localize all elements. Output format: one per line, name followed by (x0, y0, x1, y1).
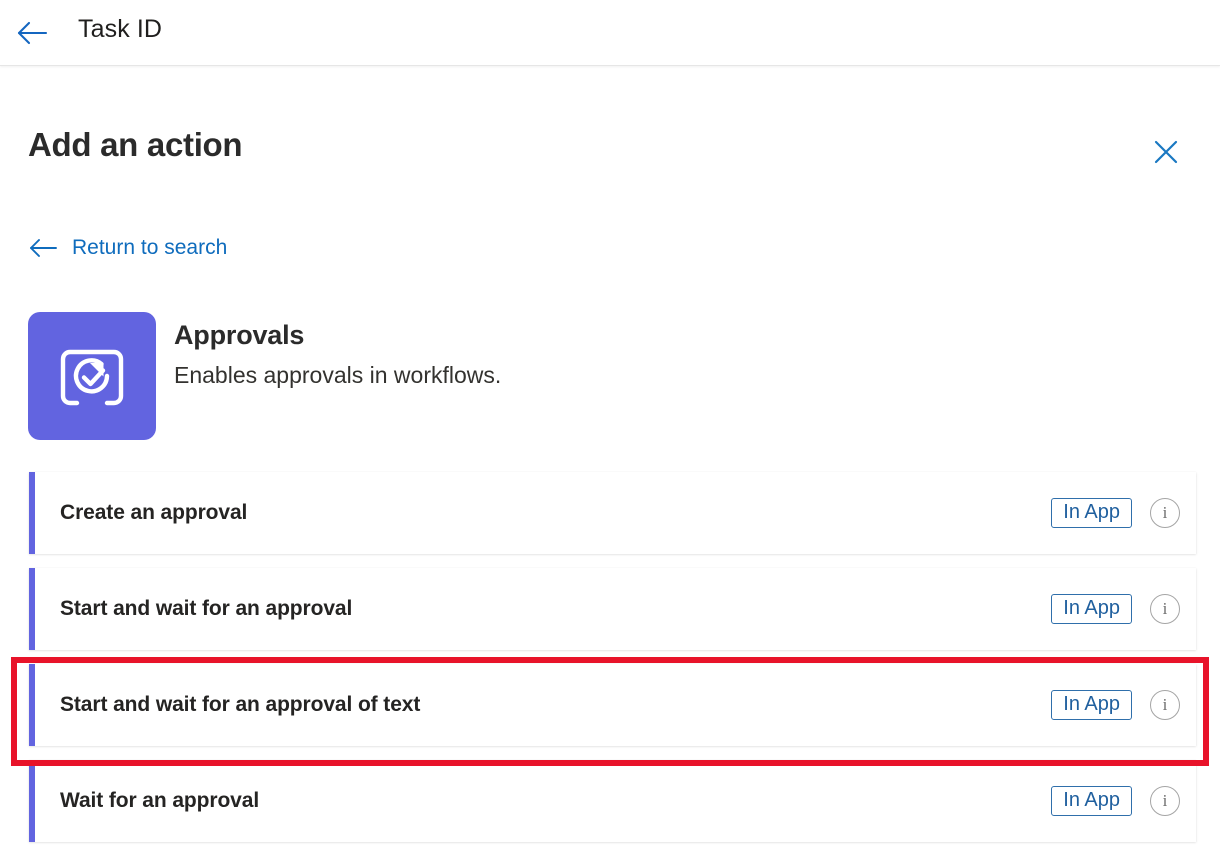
close-icon (1154, 140, 1178, 164)
action-row[interactable]: Start and wait for an approval In App i (29, 568, 1196, 650)
action-row[interactable]: Start and wait for an approval of text I… (29, 664, 1196, 746)
row-accent-bar (29, 568, 35, 650)
row-right-controls: In App i (1051, 786, 1180, 816)
row-right-controls: In App i (1051, 690, 1180, 720)
row-right-controls: In App i (1051, 498, 1180, 528)
action-label: Create an approval (60, 501, 248, 524)
arrow-left-icon (17, 21, 48, 45)
status-badge[interactable]: In App (1051, 690, 1132, 720)
status-badge[interactable]: In App (1051, 498, 1132, 528)
status-badge[interactable]: In App (1051, 786, 1132, 816)
close-button[interactable] (1147, 133, 1185, 171)
top-header-bar: Task ID (0, 0, 1220, 66)
row-accent-bar (29, 472, 35, 554)
info-icon[interactable]: i (1150, 690, 1180, 720)
action-row[interactable]: Create an approval In App i (29, 472, 1196, 554)
connector-header: Approvals Enables approvals in workflows… (28, 312, 928, 442)
arrow-left-icon (28, 237, 58, 259)
connector-name: Approvals (174, 320, 305, 350)
topbar-title: Task ID (78, 15, 163, 43)
info-icon[interactable]: i (1150, 498, 1180, 528)
action-label: Wait for an approval (60, 789, 260, 812)
connector-text: Approvals Enables approvals in workflows… (174, 320, 501, 389)
return-to-search-label: Return to search (72, 236, 228, 259)
row-accent-bar (29, 760, 35, 842)
row-right-controls: In App i (1051, 594, 1180, 624)
approvals-icon (28, 312, 156, 440)
action-list: Create an approval In App i Start and wa… (29, 472, 1196, 856)
action-label: Start and wait for an approval (60, 597, 353, 620)
row-accent-bar (29, 664, 35, 746)
status-badge[interactable]: In App (1051, 594, 1132, 624)
page-title: Add an action (28, 126, 243, 163)
return-to-search-link[interactable]: Return to search (28, 231, 227, 265)
info-icon[interactable]: i (1150, 786, 1180, 816)
connector-description: Enables approvals in workflows. (174, 362, 502, 388)
action-label: Start and wait for an approval of text (60, 693, 421, 716)
back-button[interactable] (13, 14, 51, 52)
info-icon[interactable]: i (1150, 594, 1180, 624)
action-row[interactable]: Wait for an approval In App i (29, 760, 1196, 842)
